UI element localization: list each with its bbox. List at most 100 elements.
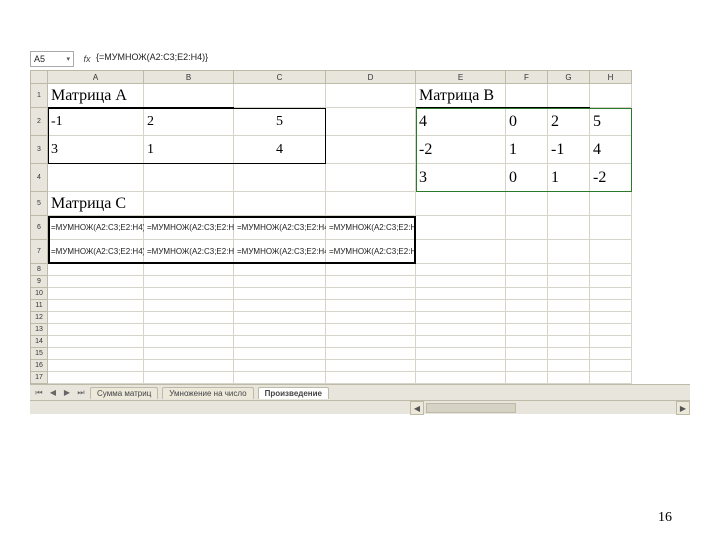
row-header-2[interactable]: 2 xyxy=(30,108,48,136)
cell-B15[interactable] xyxy=(144,348,234,360)
tab-nav-next-icon[interactable]: ▶ xyxy=(62,388,72,397)
col-header-E[interactable]: E xyxy=(416,70,506,84)
cell-H16[interactable] xyxy=(590,360,632,372)
row-header-13[interactable]: 13 xyxy=(30,324,48,336)
cell-E6[interactable] xyxy=(416,216,506,240)
cell-D2[interactable] xyxy=(326,108,416,136)
cell-A6[interactable]: =МУМНОЖ(A2:C3;E2:H4) xyxy=(48,216,144,240)
cell-H3[interactable]: 4 xyxy=(590,136,632,164)
cell-A15[interactable] xyxy=(48,348,144,360)
cell-H9[interactable] xyxy=(590,276,632,288)
cell-D4[interactable] xyxy=(326,164,416,192)
cell-F3[interactable]: 1 xyxy=(506,136,548,164)
cell-H13[interactable] xyxy=(590,324,632,336)
cell-G14[interactable] xyxy=(548,336,590,348)
cell-D5[interactable] xyxy=(326,192,416,216)
select-all-corner[interactable] xyxy=(30,70,48,84)
cell-C1[interactable] xyxy=(234,84,326,108)
fx-icon[interactable]: fx xyxy=(80,54,94,64)
cell-E2[interactable]: 4 xyxy=(416,108,506,136)
cell-D8[interactable] xyxy=(326,264,416,276)
cell-H12[interactable] xyxy=(590,312,632,324)
col-header-D[interactable]: D xyxy=(326,70,416,84)
cell-B1[interactable] xyxy=(144,84,234,108)
cell-B16[interactable] xyxy=(144,360,234,372)
cell-E14[interactable] xyxy=(416,336,506,348)
col-header-A[interactable]: A xyxy=(48,70,144,84)
cell-F9[interactable] xyxy=(506,276,548,288)
cell-G9[interactable] xyxy=(548,276,590,288)
cell-E8[interactable] xyxy=(416,264,506,276)
row-header-4[interactable]: 4 xyxy=(30,164,48,192)
cell-G13[interactable] xyxy=(548,324,590,336)
cell-F17[interactable] xyxy=(506,372,548,384)
cell-C12[interactable] xyxy=(234,312,326,324)
cell-E10[interactable] xyxy=(416,288,506,300)
row-header-3[interactable]: 3 xyxy=(30,136,48,164)
col-header-C[interactable]: C xyxy=(234,70,326,84)
sheet-tab-3[interactable]: Произведение xyxy=(258,387,329,399)
cell-C6[interactable]: =МУМНОЖ(A2:C3;E2:H4) xyxy=(234,216,326,240)
cell-E13[interactable] xyxy=(416,324,506,336)
cell-D13[interactable] xyxy=(326,324,416,336)
scroll-left-icon[interactable]: ◀ xyxy=(410,401,424,415)
cell-G10[interactable] xyxy=(548,288,590,300)
cell-F16[interactable] xyxy=(506,360,548,372)
cell-D3[interactable] xyxy=(326,136,416,164)
cell-F4[interactable]: 0 xyxy=(506,164,548,192)
cell-C13[interactable] xyxy=(234,324,326,336)
row-header-8[interactable]: 8 xyxy=(30,264,48,276)
cell-B6[interactable]: =МУМНОЖ(A2:C3;E2:H4) xyxy=(144,216,234,240)
cell-E9[interactable] xyxy=(416,276,506,288)
cell-D9[interactable] xyxy=(326,276,416,288)
cell-A8[interactable] xyxy=(48,264,144,276)
cell-D11[interactable] xyxy=(326,300,416,312)
cell-G15[interactable] xyxy=(548,348,590,360)
row-header-17[interactable]: 17 xyxy=(30,372,48,384)
cell-C11[interactable] xyxy=(234,300,326,312)
cell-H7[interactable] xyxy=(590,240,632,264)
cell-B12[interactable] xyxy=(144,312,234,324)
cell-A9[interactable] xyxy=(48,276,144,288)
dropdown-icon[interactable]: ▾ xyxy=(66,55,70,63)
cell-D12[interactable] xyxy=(326,312,416,324)
cell-H11[interactable] xyxy=(590,300,632,312)
cell-D1[interactable] xyxy=(326,84,416,108)
cell-B3[interactable]: 1 xyxy=(144,136,234,164)
cell-F7[interactable] xyxy=(506,240,548,264)
cell-H17[interactable] xyxy=(590,372,632,384)
sheet-tab-1[interactable]: Сумма матриц xyxy=(90,387,158,399)
cell-D16[interactable] xyxy=(326,360,416,372)
name-box[interactable]: A5 ▾ xyxy=(30,51,74,67)
cell-C4[interactable] xyxy=(234,164,326,192)
cell-F10[interactable] xyxy=(506,288,548,300)
cell-C14[interactable] xyxy=(234,336,326,348)
row-header-11[interactable]: 11 xyxy=(30,300,48,312)
cell-E4[interactable]: 3 xyxy=(416,164,506,192)
cell-A13[interactable] xyxy=(48,324,144,336)
cell-C3[interactable]: 4 xyxy=(234,136,326,164)
cell-A11[interactable] xyxy=(48,300,144,312)
cell-H15[interactable] xyxy=(590,348,632,360)
cell-A1[interactable]: Матрица A xyxy=(48,84,144,108)
cell-F11[interactable] xyxy=(506,300,548,312)
cell-B8[interactable] xyxy=(144,264,234,276)
cell-G16[interactable] xyxy=(548,360,590,372)
col-header-H[interactable]: H xyxy=(590,70,632,84)
cell-H5[interactable] xyxy=(590,192,632,216)
cell-G3[interactable]: -1 xyxy=(548,136,590,164)
cell-A17[interactable] xyxy=(48,372,144,384)
row-header-10[interactable]: 10 xyxy=(30,288,48,300)
cell-B17[interactable] xyxy=(144,372,234,384)
cell-F8[interactable] xyxy=(506,264,548,276)
cell-F5[interactable] xyxy=(506,192,548,216)
row-header-5[interactable]: 5 xyxy=(30,192,48,216)
row-header-15[interactable]: 15 xyxy=(30,348,48,360)
cell-G4[interactable]: 1 xyxy=(548,164,590,192)
cell-F1[interactable] xyxy=(506,84,548,108)
tab-nav-last-icon[interactable]: ⏭ xyxy=(76,388,86,398)
row-header-14[interactable]: 14 xyxy=(30,336,48,348)
cell-E1[interactable]: Матрица B xyxy=(416,84,506,108)
cell-D7[interactable]: =МУМНОЖ(A2:C3;E2:H4) xyxy=(326,240,416,264)
cell-E12[interactable] xyxy=(416,312,506,324)
